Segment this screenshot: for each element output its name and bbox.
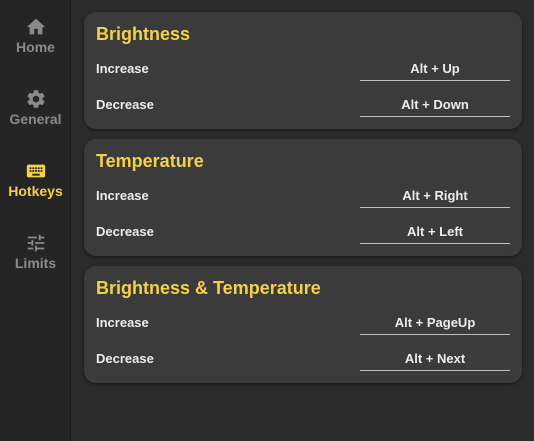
sidebar-item-label: Limits: [14, 255, 57, 271]
section-title: Brightness: [96, 24, 191, 44]
section-title: Temperature: [96, 151, 204, 171]
sidebar-item-label: General: [9, 111, 62, 127]
brightness-decrease-hotkey-field[interactable]: Alt + Down: [360, 95, 510, 117]
decrease-label: Decrease: [96, 97, 154, 112]
temperature-card: Temperature Increase Alt + Right Decreas…: [84, 139, 522, 256]
decrease-label: Decrease: [96, 351, 154, 366]
hotkeys-panel: Brightness Increase Alt + Up Decrease Al…: [72, 0, 534, 441]
sidebar: Home General Hotkeys Limits: [0, 0, 71, 441]
brightness-increase-hotkey-field[interactable]: Alt + Up: [360, 59, 510, 81]
temperature-decrease-hotkey-field[interactable]: Alt + Left: [360, 222, 510, 244]
sidebar-item-home[interactable]: Home: [0, 12, 71, 68]
sidebar-item-label: Hotkeys: [8, 183, 63, 199]
increase-label: Increase: [96, 61, 149, 76]
brightness-card: Brightness Increase Alt + Up Decrease Al…: [84, 12, 522, 129]
brightness-temperature-card: Brightness & Temperature Increase Alt + …: [84, 266, 522, 383]
app-window: Home General Hotkeys Limits Brightness I…: [0, 0, 534, 441]
gear-icon: [26, 90, 45, 108]
sidebar-item-hotkeys[interactable]: Hotkeys: [0, 156, 71, 212]
increase-label: Increase: [96, 315, 149, 330]
sidebar-item-label: Home: [16, 39, 55, 55]
decrease-label: Decrease: [96, 224, 154, 239]
increase-label: Increase: [96, 188, 149, 203]
keyboard-icon: [26, 164, 45, 178]
home-icon: [26, 18, 45, 35]
sliders-icon: [27, 234, 44, 252]
combined-increase-hotkey-field[interactable]: Alt + PageUp: [360, 313, 510, 335]
combined-decrease-hotkey-field[interactable]: Alt + Next: [360, 349, 510, 371]
section-title: Brightness & Temperature: [96, 278, 321, 298]
sidebar-item-general[interactable]: General: [0, 84, 71, 140]
sidebar-item-limits[interactable]: Limits: [0, 228, 71, 284]
temperature-increase-hotkey-field[interactable]: Alt + Right: [360, 186, 510, 208]
